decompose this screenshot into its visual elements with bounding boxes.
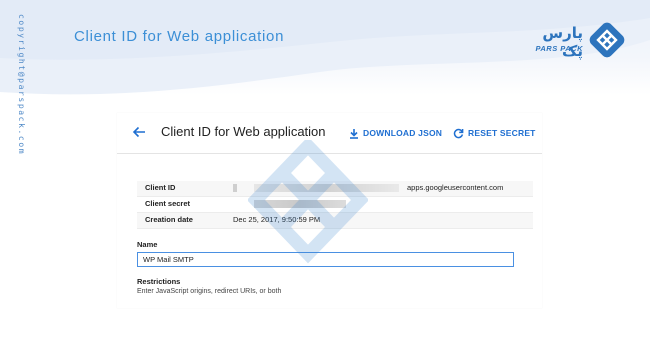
- info-row-client-secret: Client secret: [137, 197, 533, 213]
- download-json-button[interactable]: DOWNLOAD JSON: [349, 126, 442, 140]
- logo-text-fa: پارس پک: [542, 24, 583, 60]
- refresh-icon: [453, 128, 464, 138]
- page-heading: Client ID for Web application: [74, 28, 285, 45]
- info-row-client-id: Client ID apps.googleusercontent.com: [137, 181, 533, 197]
- reset-secret-button[interactable]: RESET SECRET: [453, 126, 536, 140]
- client-secret-redacted: [254, 199, 346, 209]
- parspack-logo: پارس پک PARS PACK: [527, 20, 627, 60]
- client-secret-label: Client secret: [145, 199, 191, 208]
- name-input[interactable]: [137, 252, 514, 267]
- download-icon: [350, 128, 358, 139]
- card-title: Client ID for Web application: [161, 124, 326, 139]
- diamond-logo-icon: [589, 22, 625, 58]
- client-id-label: Client ID: [145, 183, 176, 192]
- arrow-left-icon[interactable]: [132, 125, 146, 139]
- client-info-table: Client ID apps.googleusercontent.com Cli…: [137, 181, 533, 229]
- info-row-creation-date: Creation date Dec 25, 2017, 9:50:59 PM: [137, 213, 533, 229]
- card-header: Client ID for Web application DOWNLOAD J…: [117, 113, 542, 154]
- client-id-suffix: apps.googleusercontent.com: [407, 183, 504, 192]
- client-id-redaction-block: [254, 183, 399, 193]
- name-field-label: Name: [137, 240, 158, 249]
- restrictions-heading: Restrictions: [137, 277, 181, 286]
- restrictions-description: Enter JavaScript origins, redirect URIs,…: [137, 288, 282, 295]
- logo-text-en: PARS PACK: [535, 44, 583, 53]
- creation-date-label: Creation date: [145, 215, 193, 224]
- client-id-redacted: [233, 183, 237, 193]
- client-id-card: Client ID for Web application DOWNLOAD J…: [117, 113, 542, 308]
- creation-date-value: Dec 25, 2017, 9:50:59 PM: [233, 215, 321, 224]
- download-json-label: DOWNLOAD JSON: [363, 128, 443, 138]
- reset-secret-label: RESET SECRET: [468, 128, 536, 138]
- copyright-vertical-text: copyright@parspack.com: [17, 14, 26, 156]
